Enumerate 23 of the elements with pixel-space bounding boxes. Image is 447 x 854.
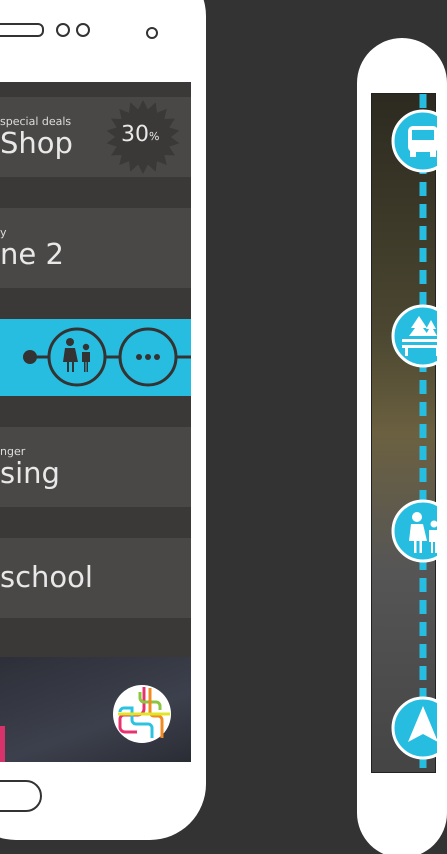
menu-card[interactable]: special deals Shop 30% <box>0 97 191 177</box>
discount-value: 30 <box>121 122 149 147</box>
card-title: school <box>0 562 93 594</box>
card-title: ne 2 <box>0 238 64 270</box>
sensor-dot <box>76 23 90 37</box>
sensor-dot <box>56 23 70 37</box>
card-title: Shop <box>0 128 73 160</box>
card-caption: nger <box>0 444 26 458</box>
park-bench-icon[interactable] <box>392 304 437 368</box>
speaker-grille <box>0 23 44 37</box>
transit-map-logo-icon[interactable] <box>112 684 172 744</box>
menu-card[interactable]: school <box>0 538 191 618</box>
card-caption: y <box>0 226 7 239</box>
card-caption: special deals <box>0 114 72 128</box>
accent-strip <box>0 726 5 762</box>
camera-dot <box>146 27 158 39</box>
discount-unit: % <box>149 130 160 143</box>
menu-card[interactable]: nger sing <box>0 427 191 507</box>
bus-stop-icon[interactable] <box>392 110 437 172</box>
menu-card[interactable]: y ne 2 <box>0 208 191 288</box>
family-icon[interactable] <box>392 500 437 562</box>
card-title: sing <box>0 458 60 490</box>
navigation-arrow-icon[interactable] <box>392 696 437 760</box>
